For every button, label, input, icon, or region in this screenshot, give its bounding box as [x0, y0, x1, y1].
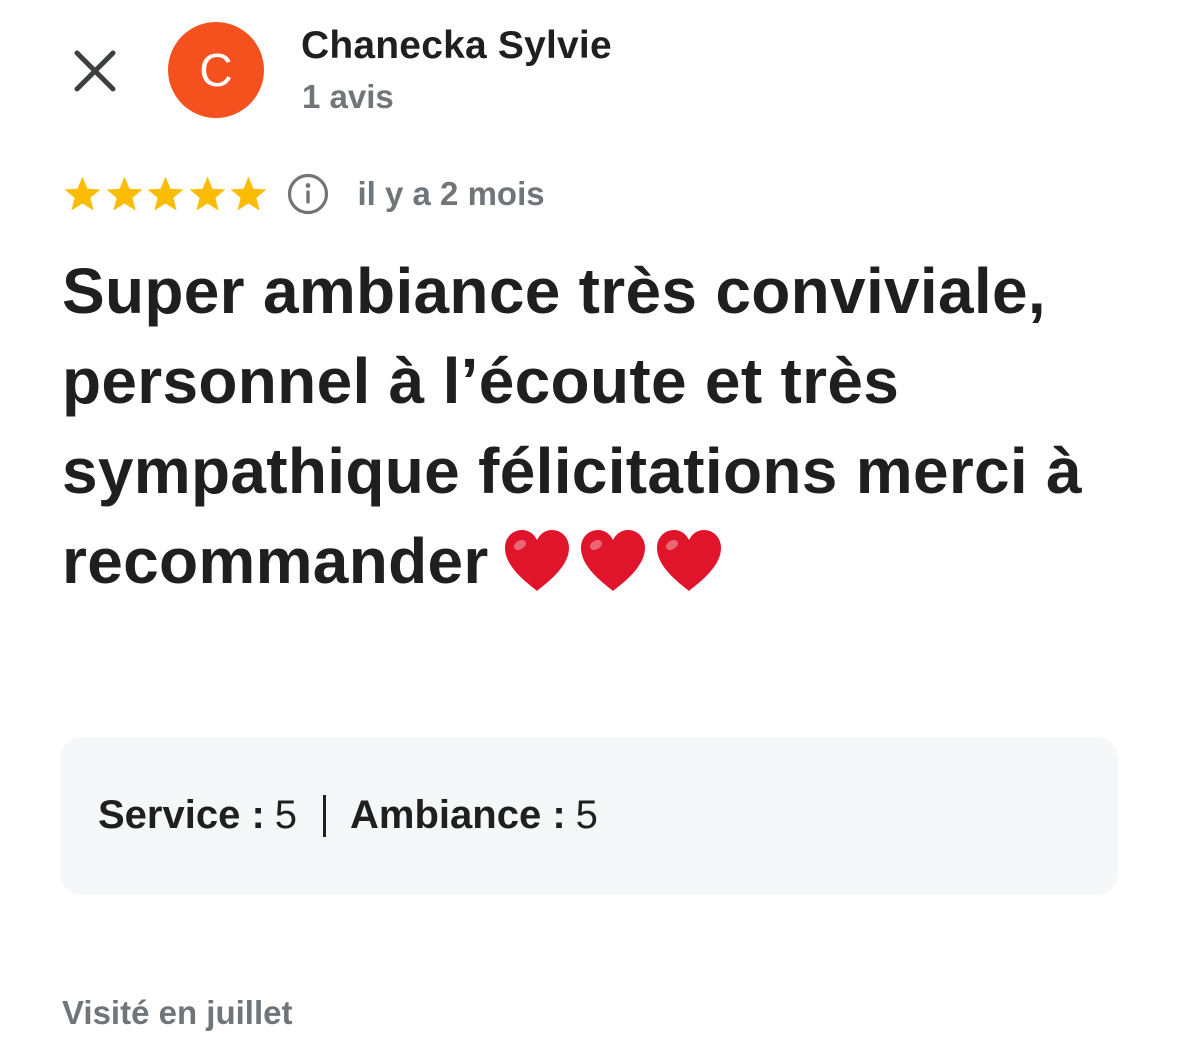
- ambiance-label: Ambiance :: [350, 793, 566, 837]
- star-icon: [64, 176, 101, 211]
- avatar-initial: C: [199, 44, 233, 96]
- star-rating: [62, 174, 270, 215]
- star-icon: [230, 176, 267, 211]
- review-detail-page: C Chanecka Sylvie 1 avis il y a 2 mois S…: [0, 0, 1179, 1050]
- ambiance-value: 5: [575, 793, 598, 837]
- heart-emoji-icon: [580, 530, 645, 592]
- attribute-ratings-box: Service : 5 Ambiance : 5: [60, 737, 1118, 895]
- heart-emojis: [501, 527, 729, 593]
- close-button[interactable]: [66, 42, 124, 100]
- visited-date: Visité en juillet: [62, 994, 293, 1031]
- info-icon[interactable]: [286, 172, 330, 216]
- reviewer-name[interactable]: Chanecka Sylvie: [301, 24, 612, 68]
- service-value: 5: [274, 793, 298, 837]
- attribute-ratings: Service : 5 Ambiance : 5: [98, 793, 598, 838]
- star-icon: [189, 176, 225, 211]
- close-icon: [74, 50, 116, 92]
- reviewer-review-count: 1 avis: [302, 78, 394, 115]
- heart-emoji-icon: [656, 530, 721, 592]
- review-text: Super ambiance très conviviale, personne…: [62, 246, 1102, 606]
- service-label: Service :: [98, 793, 265, 837]
- avatar[interactable]: C: [168, 22, 264, 118]
- review-time-ago: il y a 2 mois: [357, 175, 545, 212]
- attribute-divider: [323, 794, 327, 837]
- star-icon: [106, 176, 142, 211]
- rating-row: il y a 2 mois: [62, 168, 545, 220]
- heart-emoji-icon: [504, 530, 569, 592]
- star-icon: [147, 176, 184, 211]
